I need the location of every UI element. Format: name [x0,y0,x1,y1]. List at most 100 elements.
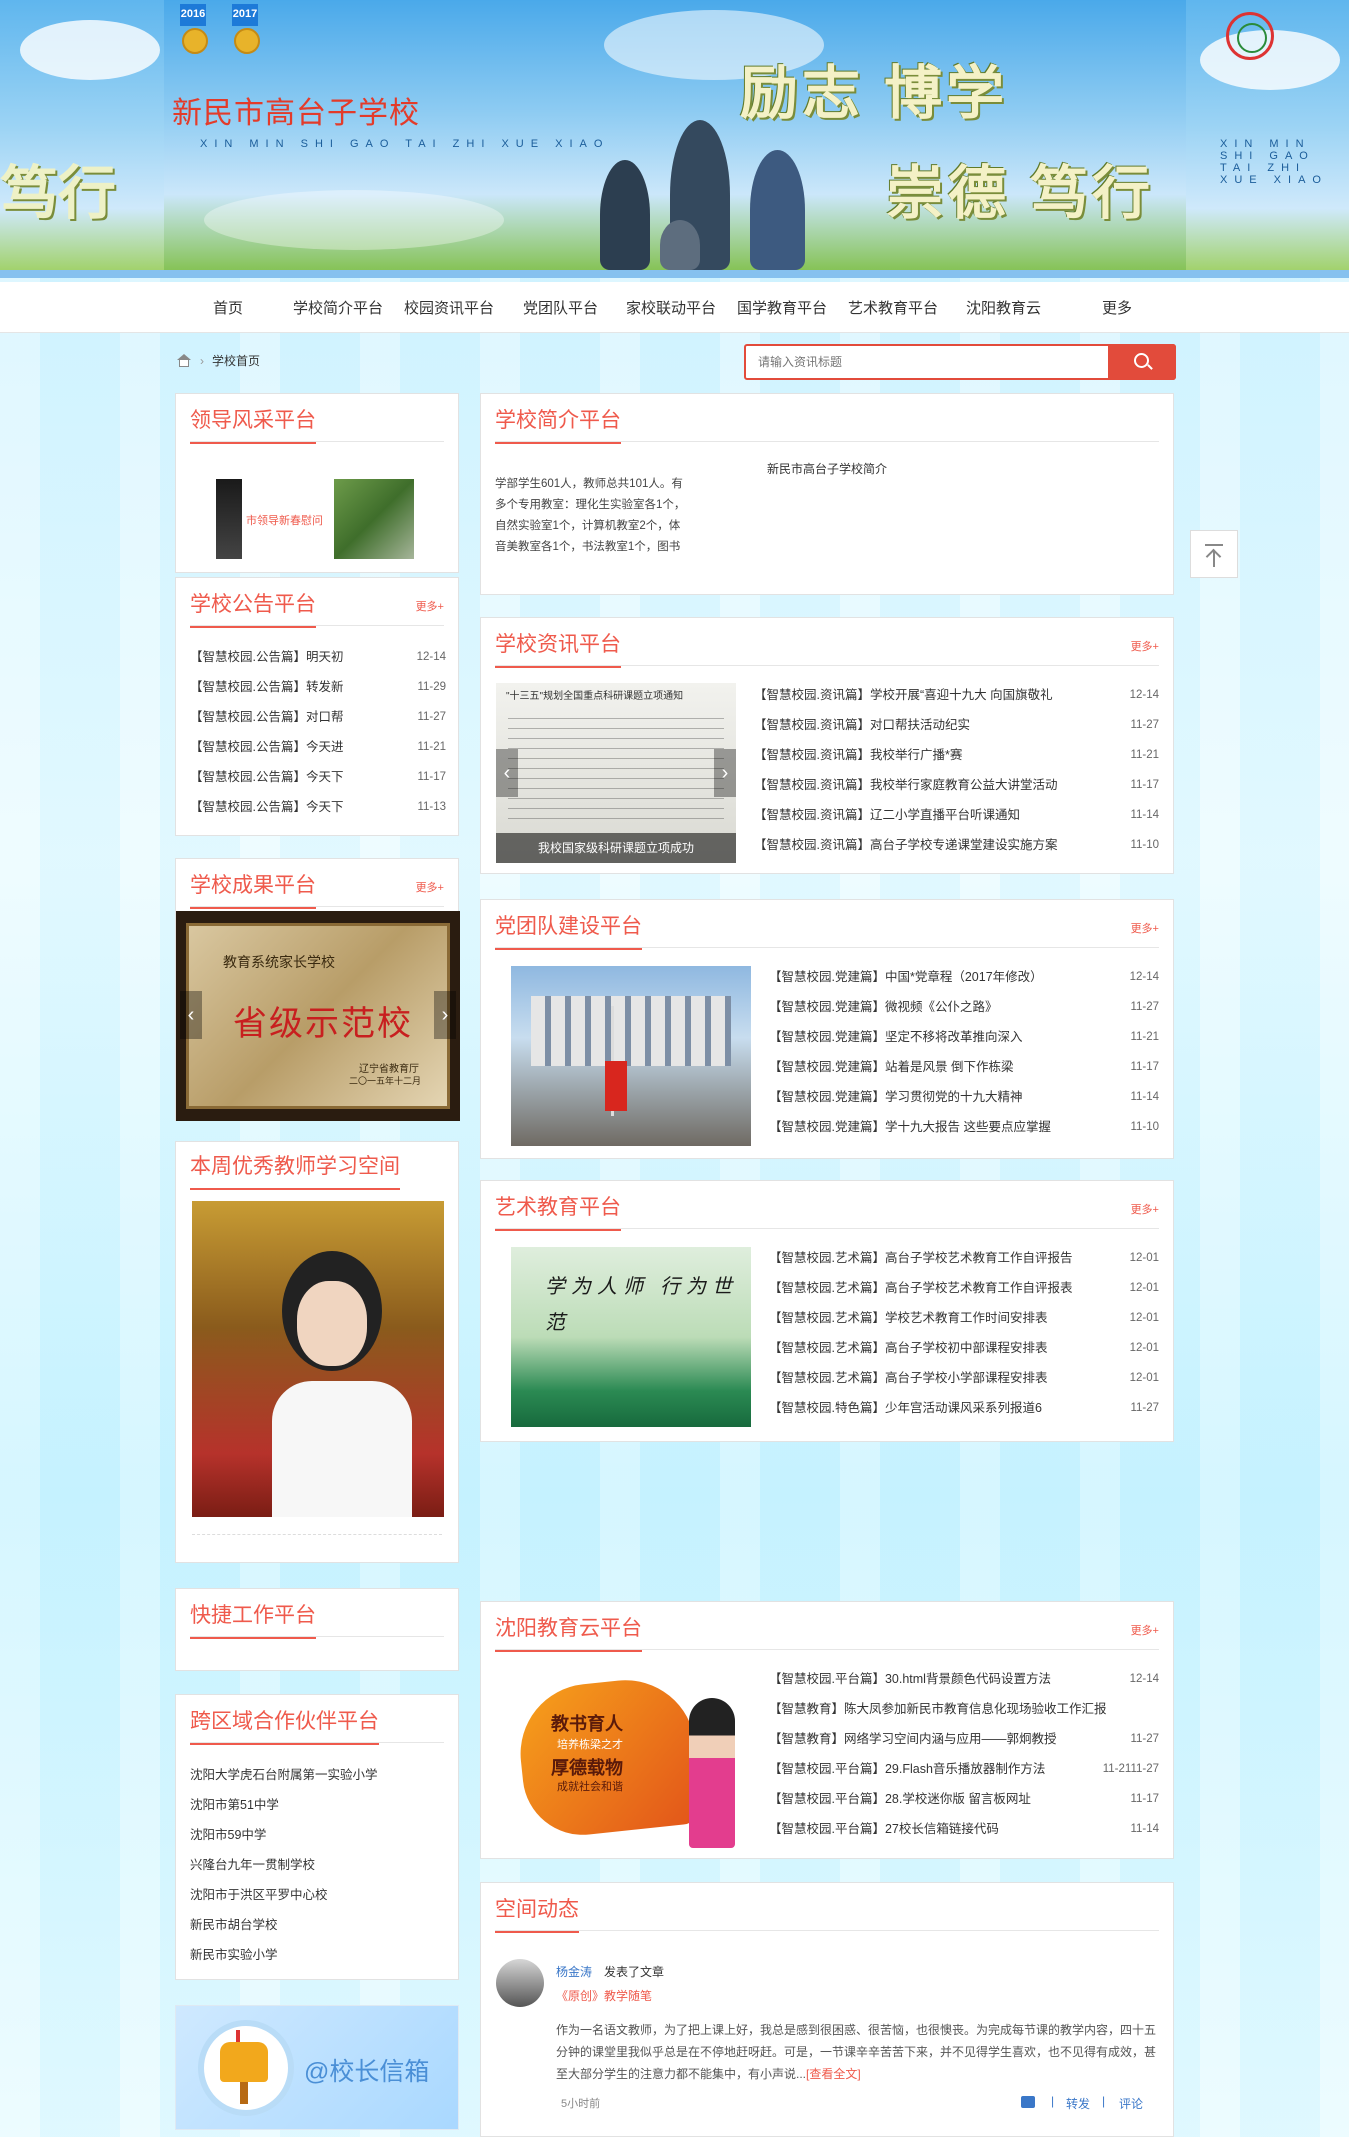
nav-more[interactable]: 更多 [1102,297,1132,318]
flag-ceremony-photo[interactable] [511,966,751,1146]
list-item[interactable]: 【智慧校园.党建篇】学习贯彻党的十九大精神 11-14 [769,1082,1159,1112]
nav-guoxue[interactable]: 国学教育平台 [737,297,827,318]
news-list: 【智慧校园.资讯篇】学校开展“喜迎十九大 向国旗敬礼 12-14 【智慧校园.资讯… [754,680,1159,860]
school-logo-icon [1226,12,1274,60]
nav-party[interactable]: 党团队平台 [523,297,598,318]
list-item[interactable]: 【智慧校园.党建篇】微视频《公仆之路》 11-27 [769,992,1159,1022]
list-item[interactable]: 【智慧校园.平台篇】30.html背景颜色代码设置方法 12-14 [769,1664,1159,1694]
news-slide[interactable]: "十三五"规划全国重点科研课题立项通知 ‹ › 我校国家级科研课题立项成功 [496,683,736,863]
list-item[interactable]: 【智慧校园.公告篇】今天进 11-21 [190,732,446,762]
partner-link[interactable]: 沈阳大学虎石台附属第一实验小学 [190,1760,446,1790]
list-item[interactable]: 【智慧校园.党建篇】站着是风景 倒下作栋梁 11-17 [769,1052,1159,1082]
list-item[interactable]: 【智慧校园.资讯篇】辽二小学直播平台听课通知 11-14 [754,800,1159,830]
back-to-top-button[interactable] [1190,530,1238,578]
article-link[interactable]: 《原创》教学随笔 [556,1987,652,2004]
more-link[interactable]: 更多+ [1131,920,1159,936]
poster-text: 培养栋梁之才 [557,1739,623,1751]
main-nav: 首页 学校简介平台 校园资讯平台 党团队平台 家校联动平台 国学教育平台 艺术教… [0,282,1349,333]
search-button[interactable] [1108,344,1176,380]
list-item[interactable]: 【智慧校园.艺术篇】学校艺术教育工作时间安排表 12-01 [769,1303,1159,1333]
motto-left: 笃行 [0,161,117,226]
list-item[interactable]: 【智慧校园.党建篇】学十九大报告 这些要点应掌握 11-10 [769,1112,1159,1142]
building-decoration [204,190,504,250]
party-panel: 党团队建设平台 更多+ 【智慧校园.党建篇】中国*党章程（2017年修改） 12-… [480,899,1174,1159]
leaders-panel: 领导风采平台 市领导新春慰问 [175,393,459,573]
more-link[interactable]: 更多+ [1131,638,1159,654]
list-item[interactable]: 【智慧校园.资讯篇】学校开展“喜迎十九大 向国旗敬礼 12-14 [754,680,1159,710]
panel-title: 学校简介平台 [495,404,621,444]
author-action: 发表了文章 [604,1965,665,1979]
search-input[interactable] [756,346,1110,378]
list-item[interactable]: 【智慧校园.党建篇】坚定不移将改革推向深入 11-21 [769,1022,1159,1052]
post-time: 5小时前 [561,2098,601,2110]
teacher-panel: 本周优秀教师学习空间 [175,1141,459,1563]
intro-text: 学部学生601人，教师总共101人。有 多个专用教室：理化生实验室各1个， 自然… [495,478,686,553]
author-link[interactable]: 杨金涛 [556,1963,592,1980]
more-link[interactable]: 更多+ [416,879,444,895]
partner-link[interactable]: 兴隆台九年一贯制学校 [190,1850,446,1880]
cloud-decoration [20,20,160,80]
nav-intro[interactable]: 学校简介平台 [293,297,383,318]
nav-art[interactable]: 艺术教育平台 [848,297,938,318]
mailbox-icon [220,2042,268,2082]
list-item[interactable]: 【智慧校园.公告篇】今天下 11-13 [190,792,446,822]
list-item[interactable]: 【智慧校园.公告篇】明天初 12-14 [190,642,446,672]
partner-link[interactable]: 沈阳市59中学 [190,1820,446,1850]
list-item[interactable]: 【智慧校园.公告篇】今天下 11-17 [190,762,446,792]
leader-photo[interactable] [216,479,242,559]
leader-photo[interactable] [334,479,414,559]
news-panel: 学校资讯平台 更多+ "十三五"规划全国重点科研课题立项通知 ‹ › 我校国家级… [480,617,1174,874]
list-item[interactable]: 【智慧校园.平台篇】27校长信箱链接代码 11-14 [769,1814,1159,1844]
more-link[interactable]: 更多+ [416,598,444,614]
list-item[interactable]: 【智慧校园.平台篇】28.学校迷你版 留言板网址 11-17 [769,1784,1159,1814]
list-item[interactable]: 【智慧校园.资讯篇】我校举行广播*赛 11-21 [754,740,1159,770]
calligraphy-photo[interactable]: 学为人师 行为世范 [511,1247,751,1427]
medal-icon: 2017 [226,4,264,62]
plaque-photo[interactable]: 教育系统家长学校 省级示范校 辽宁省教育厅 二〇一五年十二月 ‹ › [176,911,460,1121]
like-icon[interactable] [1021,2096,1035,2108]
list-item[interactable]: 【智慧校园.艺术篇】高台子学校艺术教育工作自评报告 12-01 [769,1243,1159,1273]
nav-cloud[interactable]: 沈阳教育云 [966,297,1041,318]
list-item[interactable]: 【智慧校园.特色篇】少年宫活动课风采系列报道6 11-27 [769,1393,1159,1423]
partner-link[interactable]: 沈阳市第51中学 [190,1790,446,1820]
list-item[interactable]: 【智慧教育】陈大凤参加新民市教育信息化现场验收工作汇报 [769,1694,1159,1724]
list-item[interactable]: 【智慧校园.公告篇】转发新 11-29 [190,672,446,702]
home-icon[interactable] [176,353,192,368]
nav-home-school[interactable]: 家校联动平台 [626,297,716,318]
teacher-photo[interactable] [192,1201,444,1517]
list-item[interactable]: 【智慧校园.资讯篇】高台子学校专递课堂建设实施方案 11-10 [754,830,1159,860]
partner-link[interactable]: 新民市胡台学校 [190,1910,446,1940]
share-button[interactable]: 转发 [1066,2095,1090,2112]
list-item[interactable]: 【智慧校园.艺术篇】高台子学校小学部课程安排表 12-01 [769,1363,1159,1393]
list-item[interactable]: 【智慧校园.艺术篇】高台子学校初中部课程安排表 12-01 [769,1333,1159,1363]
comment-button[interactable]: 评论 [1119,2095,1143,2112]
breadcrumb-current[interactable]: 学校首页 [212,352,260,369]
nav-news[interactable]: 校园资讯平台 [404,297,494,318]
calligraphy-text: 学为人师 行为世范 [545,1276,738,1334]
panel-title: 快捷工作平台 [190,1599,316,1639]
list-item[interactable]: 【智慧校园.平台篇】29.Flash音乐播放器制作方法 11-2111-27 [769,1754,1159,1784]
poster-text: 厚德载物 [551,1758,623,1778]
more-link[interactable]: 更多+ [1131,1622,1159,1638]
leader-caption[interactable]: 市领导新春慰问 [246,512,323,528]
carousel-prev-button[interactable]: ‹ [496,749,518,797]
avatar[interactable] [496,1959,544,2007]
list-item[interactable]: 【智慧校园.党建篇】中国*党章程（2017年修改） 12-14 [769,962,1159,992]
carousel-prev-button[interactable]: ‹ [180,991,202,1039]
carousel-next-button[interactable]: › [434,991,456,1039]
principal-mailbox-banner[interactable]: @校长信箱 [175,2005,459,2130]
list-item[interactable]: 【智慧教育】网络学习空间内涵与应用——郭炯教授 11-27 [769,1724,1159,1754]
partner-link[interactable]: 新民市实验小学 [190,1940,446,1970]
read-more-link[interactable]: [查看全文] [806,2067,861,2081]
list-item[interactable]: 【智慧校园.资讯篇】我校举行家庭教育公益大讲堂活动 11-17 [754,770,1159,800]
notices-panel: 学校公告平台 更多+ 【智慧校园.公告篇】明天初 12-14 【智慧校园.公告篇】… [175,577,459,836]
poster-text: 成就社会和谐 [557,1781,623,1793]
list-item[interactable]: 【智慧校园.公告篇】对口帮 11-27 [190,702,446,732]
more-link[interactable]: 更多+ [1131,1201,1159,1217]
nav-home[interactable]: 首页 [213,297,243,318]
partner-link[interactable]: 沈阳市于洪区平罗中心校 [190,1880,446,1910]
carousel-next-button[interactable]: › [714,749,736,797]
list-item[interactable]: 【智慧校园.艺术篇】高台子学校艺术教育工作自评报表 12-01 [769,1273,1159,1303]
list-item[interactable]: 【智慧校园.资讯篇】对口帮扶活动纪实 11-27 [754,710,1159,740]
cloud-poster[interactable]: 教书育人 培养栋梁之才 厚德载物 成就社会和谐 [511,1668,751,1848]
